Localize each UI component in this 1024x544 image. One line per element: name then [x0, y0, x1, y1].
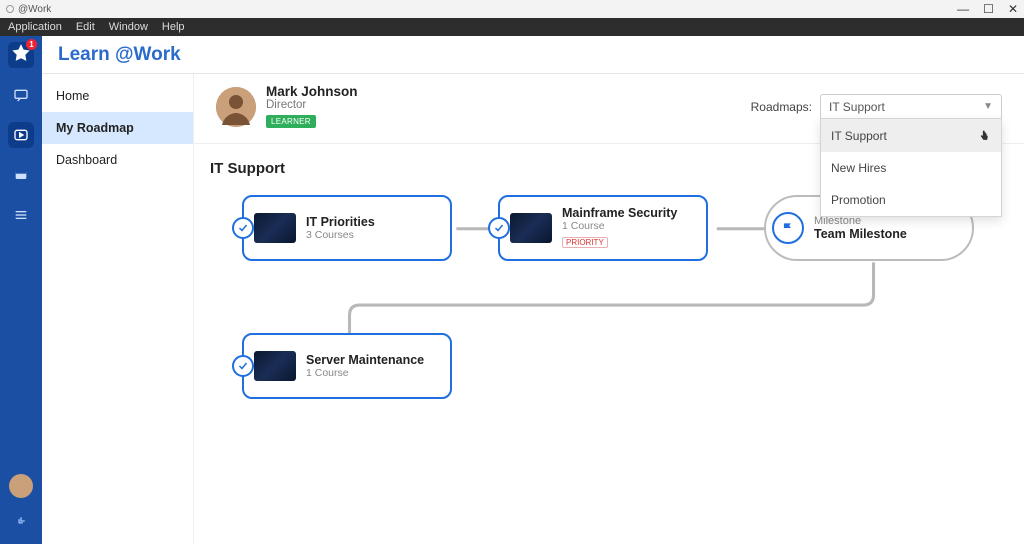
- user-avatar[interactable]: [216, 87, 256, 127]
- roadmap-canvas: IT Priorities 3 Courses Mainframe Securi…: [202, 185, 1016, 465]
- course-thumbnail: [254, 351, 296, 381]
- milestone-title: Team Milestone: [814, 227, 907, 241]
- node-server-maintenance[interactable]: Server Maintenance 1 Course: [242, 333, 452, 399]
- page-header: Learn @Work: [42, 36, 1024, 74]
- node-subtitle: 1 Course: [562, 220, 677, 232]
- course-thumbnail: [510, 213, 552, 243]
- roadmap-option-promotion[interactable]: Promotion: [821, 184, 1001, 216]
- node-subtitle: 1 Course: [306, 367, 424, 379]
- rail-avatar[interactable]: [9, 474, 33, 498]
- sidebar: Home My Roadmap Dashboard: [42, 74, 194, 544]
- main-panel: Mark Johnson Director LEARNER Roadmaps: …: [194, 74, 1024, 544]
- rail-card-icon[interactable]: [8, 162, 34, 188]
- node-title: Server Maintenance: [306, 353, 424, 367]
- menu-window[interactable]: Window: [109, 21, 148, 33]
- node-it-priorities[interactable]: IT Priorities 3 Courses: [242, 195, 452, 261]
- roadmap-option-it-support[interactable]: IT Support: [821, 119, 1001, 152]
- roadmap-select-value: IT Support: [829, 100, 885, 114]
- sidebar-item-home[interactable]: Home: [42, 80, 193, 112]
- app-indicator-icon: [6, 5, 14, 13]
- node-mainframe-security[interactable]: Mainframe Security 1 Course PRIORITY: [498, 195, 708, 261]
- check-icon: [232, 355, 254, 377]
- flag-icon: [772, 212, 804, 244]
- roadmap-select[interactable]: IT Support ▼: [820, 94, 1002, 120]
- notification-badge: 1: [26, 39, 37, 50]
- menu-help[interactable]: Help: [162, 21, 185, 33]
- menu-application[interactable]: Application: [8, 21, 62, 33]
- roadmap-option-label: New Hires: [831, 161, 886, 175]
- node-subtitle: 3 Courses: [306, 229, 375, 241]
- sidebar-item-my-roadmap[interactable]: My Roadmap: [42, 112, 193, 144]
- check-icon: [232, 217, 254, 239]
- rail-link-icon[interactable]: [8, 508, 34, 534]
- app-menubar: Application Edit Window Help: [0, 18, 1024, 36]
- chevron-down-icon: ▼: [983, 101, 993, 112]
- user-name: Mark Johnson: [266, 84, 358, 99]
- priority-badge: PRIORITY: [562, 237, 608, 248]
- roadmap-option-new-hires[interactable]: New Hires: [821, 152, 1001, 184]
- window-maximize-button[interactable]: ☐: [983, 2, 994, 16]
- sidebar-item-dashboard[interactable]: Dashboard: [42, 144, 193, 176]
- roadmap-option-label: IT Support: [831, 129, 887, 143]
- course-thumbnail: [254, 213, 296, 243]
- window-title: @Work: [18, 4, 51, 15]
- menu-edit[interactable]: Edit: [76, 21, 95, 33]
- rail-chat-icon[interactable]: [8, 82, 34, 108]
- roadmap-picker-label: Roadmaps:: [751, 100, 812, 114]
- window-close-button[interactable]: ✕: [1008, 2, 1018, 16]
- node-title: Mainframe Security: [562, 206, 677, 220]
- learner-badge: LEARNER: [266, 115, 316, 128]
- page-title: Learn @Work: [58, 44, 181, 66]
- rail-menu-icon[interactable]: [8, 202, 34, 228]
- nav-rail: 1: [0, 36, 42, 544]
- roadmap-option-label: Promotion: [831, 193, 886, 207]
- roadmap-dropdown: IT Support New Hires Promotion: [820, 118, 1002, 217]
- rail-learn-icon[interactable]: [8, 122, 34, 148]
- window-minimize-button[interactable]: —: [957, 2, 969, 16]
- node-title: IT Priorities: [306, 215, 375, 229]
- os-titlebar: @Work — ☐ ✕: [0, 0, 1024, 18]
- cursor-icon: [978, 128, 991, 143]
- app-logo-icon[interactable]: 1: [8, 42, 34, 68]
- user-role: Director: [266, 99, 358, 111]
- check-icon: [488, 217, 510, 239]
